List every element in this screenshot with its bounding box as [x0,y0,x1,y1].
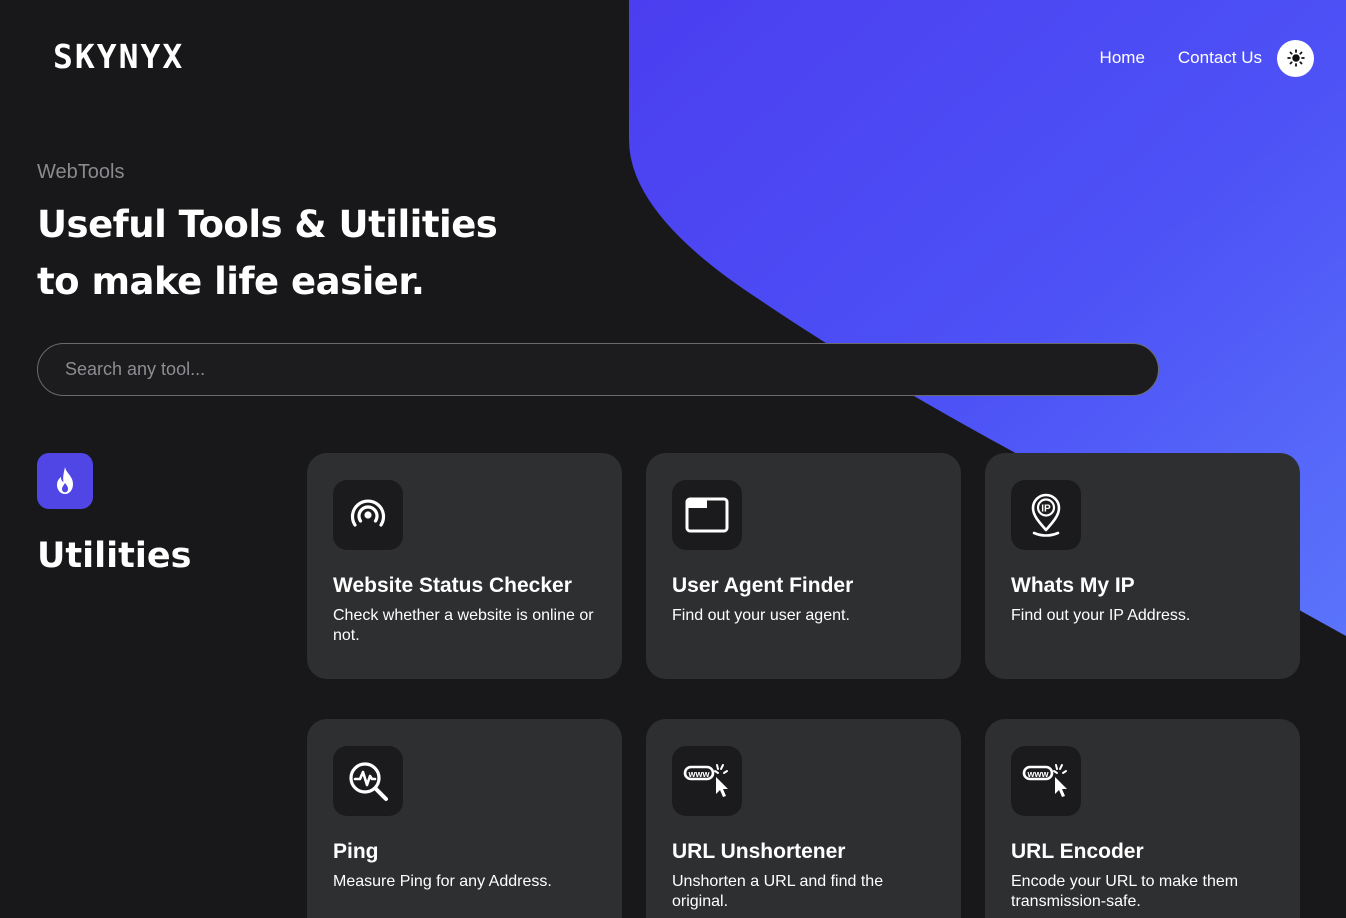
hero: WebTools Useful Tools & Utilities to mak… [37,158,498,310]
tool-card-title: URL Unshortener [672,840,846,863]
page: SKYNYX Home Contact Us WebTools Useful T… [0,0,1346,918]
broadcast-icon [350,499,386,527]
tool-card-description: Unshorten a URL and find the original. [672,873,884,910]
tool-card-whats-my-ip[interactable]: IP Whats My IP Find out your IP Address. [985,453,1300,679]
card-icon-tile: IP [1011,480,1081,550]
tool-card-title: Whats My IP [1011,574,1135,597]
fire-icon [57,467,73,494]
ping-search-icon [349,762,388,801]
browser-window-icon [685,497,729,533]
url-click-icon: www [1022,764,1067,797]
card-icon-tile [333,746,403,816]
tool-card-website-status-checker[interactable]: Website Status Checker Check whether a w… [307,453,622,679]
tool-card-ping[interactable]: Ping Measure Ping for any Address. [307,719,622,918]
nav-contact-link[interactable]: Contact Us [1178,39,1262,77]
hero-headline-line2: to make life easier. [37,260,425,303]
nav-home-link[interactable]: Home [1100,39,1145,77]
url-click-icon: www [683,764,728,797]
tool-card-title: Website Status Checker [333,574,572,597]
tool-card-user-agent-finder[interactable]: User Agent Finder Find out your user age… [646,453,961,679]
card-icon-tile [333,480,403,550]
card-icon-tile: www [1011,746,1081,816]
section-icon-tile [37,453,93,509]
tool-card-description: Encode your URL to make them transmissio… [1011,873,1239,910]
tool-card-title: User Agent Finder [672,574,854,597]
sun-icon [1286,49,1305,67]
tool-card-description: Find out your IP Address. [1011,607,1191,624]
tool-card-description: Measure Ping for any Address. [333,873,552,890]
svg-text:www: www [687,769,710,779]
hero-headline: Useful Tools & Utilities to make life ea… [37,196,498,310]
svg-text:IP: IP [1041,504,1051,515]
tool-card-description: Find out your user agent. [672,607,850,624]
search-bar [37,343,1159,396]
tool-card-title: URL Encoder [1011,840,1144,863]
card-icon-tile [672,480,742,550]
main-nav: Home Contact Us [1100,39,1314,77]
theme-toggle-button[interactable] [1277,39,1314,77]
ip-location-icon: IP [1031,493,1061,537]
card-icon-tile: www [672,746,742,816]
hero-eyebrow: WebTools [37,161,125,183]
tool-card-url-unshortener[interactable]: www URL Unshortener Unshorten a URL and … [646,719,961,918]
tool-card-description: Check whether a website is online or not… [333,607,594,644]
site-logo[interactable]: SKYNYX [53,38,184,76]
header: SKYNYX Home Contact Us [0,0,1346,115]
search-input[interactable] [38,344,1158,395]
section-title: Utilities [37,536,192,576]
tool-card-title: Ping [333,840,379,863]
svg-text:www: www [1026,769,1049,779]
hero-headline-line1: Useful Tools & Utilities [37,203,498,246]
tool-card-url-encoder[interactable]: www URL Encoder Encode your URL to make … [985,719,1300,918]
